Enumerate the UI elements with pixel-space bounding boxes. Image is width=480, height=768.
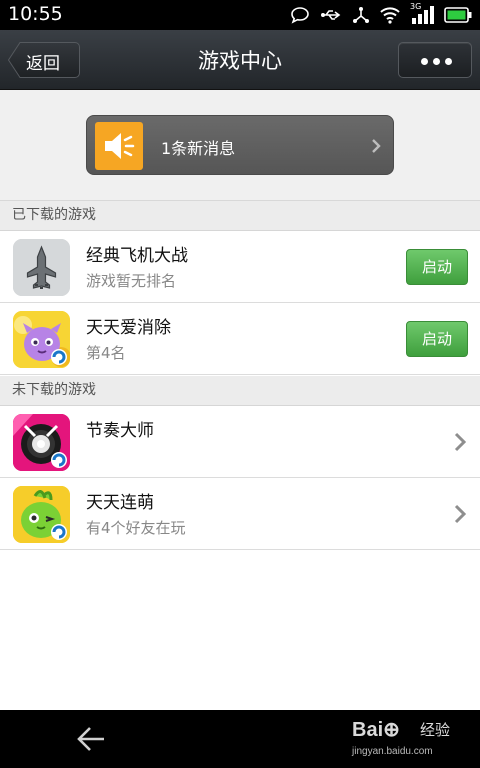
game-row-plane-war[interactable]: 经典飞机大战 游戏暂无排名 启动 [0, 231, 480, 303]
title-bar: 返回 游戏中心 [0, 30, 480, 90]
chevron-right-icon [454, 504, 467, 528]
watermark-logo: Bai⊕ [352, 719, 400, 741]
more-button[interactable] [398, 42, 472, 78]
system-nav-bar: Bai⊕ 经验 jingyan.baidu.com [0, 710, 480, 768]
section-downloaded-games: 已下载的游戏 [0, 201, 480, 231]
game-subtitle: 有4个好友在玩 [86, 519, 186, 537]
game-name: 天天爱消除 [86, 318, 171, 338]
network-type-label: 3G [410, 2, 422, 11]
more-icon [421, 58, 452, 65]
speaker-icon [95, 122, 143, 170]
baidu-jingyan-watermark: Bai⊕ 经验 jingyan.baidu.com [352, 714, 452, 764]
game-name: 节奏大师 [86, 421, 154, 441]
battery-icon [444, 7, 472, 23]
back-arrow-icon[interactable] [76, 725, 106, 757]
new-message-banner[interactable]: 1条新消息 [86, 115, 394, 175]
music-game-icon [13, 414, 70, 471]
status-time: 10:55 [8, 3, 63, 25]
chat-bubble-icon [290, 6, 310, 24]
new-message-text: 1条新消息 [161, 139, 236, 158]
cute-pet-game-icon [13, 311, 70, 368]
game-row-tiantian-lianmeng[interactable]: 天天连萌 有4个好友在玩 [0, 478, 480, 550]
watermark-url: jingyan.baidu.com [352, 746, 433, 757]
game-row-tiantian-aixiaochu[interactable]: 天天爱消除 第4名 启动 [0, 303, 480, 375]
status-bar: 10:55 3G [0, 0, 480, 30]
wifi-icon [380, 6, 400, 24]
share-icon [352, 6, 370, 24]
plane-game-icon [13, 239, 70, 296]
game-row-jiezou-dashi[interactable]: 节奏大师 [0, 406, 480, 478]
signal-icon: 3G [410, 2, 434, 25]
section-not-downloaded-games: 未下载的游戏 [0, 376, 480, 406]
game-rank: 第4名 [86, 344, 126, 362]
launch-button[interactable]: 启动 [406, 321, 468, 357]
green-fruit-game-icon [13, 486, 70, 543]
launch-button[interactable]: 启动 [406, 249, 468, 285]
chevron-right-icon [371, 138, 381, 158]
chevron-right-icon [454, 432, 467, 456]
usb-icon [320, 7, 342, 23]
game-rank: 游戏暂无排名 [86, 272, 177, 290]
game-name: 经典飞机大战 [86, 246, 188, 266]
watermark-label: 经验 [420, 721, 451, 739]
notice-area: 1条新消息 [0, 90, 480, 201]
game-name: 天天连萌 [86, 493, 154, 513]
